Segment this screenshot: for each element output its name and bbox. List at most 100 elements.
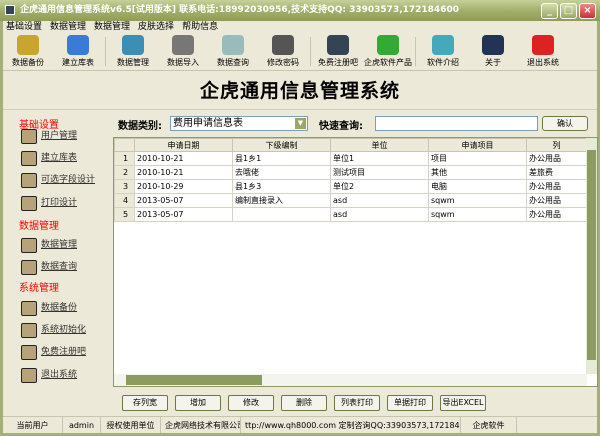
toolbar-separator (415, 37, 416, 66)
row-number[interactable]: 5 (114, 207, 135, 222)
sidebar-item[interactable]: 数据管理 (21, 238, 77, 253)
horizontal-scrollbar[interactable] (114, 374, 587, 386)
table-cell[interactable]: asd (330, 207, 429, 222)
toolbar: 数据备份 建立库表 数据管理 数据导入 数据查询 修改密码 免费注册吧 企虎软件产品 软件介绍 关… (3, 33, 597, 71)
menu-item[interactable]: 帮助信息 (182, 21, 218, 33)
table-cell[interactable]: sqwm (428, 193, 527, 208)
toolbar-button[interactable]: 数据管理 (108, 33, 158, 70)
key-icon (272, 35, 294, 55)
column-header[interactable]: 单位 (330, 138, 429, 152)
chevron-down-icon[interactable]: ▼ (295, 118, 306, 129)
table-cell[interactable]: 项目 (428, 151, 527, 166)
table-row[interactable]: 5 2013-05-07 asd sqwm 办公用品 (114, 207, 587, 222)
toolbar-separator (105, 37, 106, 66)
row-number[interactable]: 3 (114, 179, 135, 194)
toolbar-label: 数据管理 (117, 58, 149, 67)
table-cell[interactable]: 编制直接录入 (232, 193, 331, 208)
sidebar-item[interactable]: 建立库表 (21, 151, 78, 166)
category-select[interactable]: 费用申请信息表 ▼ (170, 116, 308, 131)
action-button[interactable]: 列表打印 (334, 395, 380, 411)
sidebar-item[interactable]: 系统初始化 (21, 323, 86, 338)
table-row[interactable]: 3 2010-10-29 县1乡3 单位2 电脑 办公用品 (114, 179, 587, 194)
menu-item[interactable]: 基础设置 (6, 21, 42, 33)
table-cell[interactable]: 单位2 (330, 179, 429, 194)
column-header[interactable]: 列 (526, 138, 587, 152)
sidebar-item-label: 打印设计 (41, 198, 78, 208)
toolbar-button[interactable]: 修改密码 (258, 33, 308, 70)
status-bar: 当前用户 admin 授权使用单位 企虎网络技术有限公司 ttp://www.qh800… (3, 416, 597, 433)
confirm-button[interactable]: 确认 (542, 116, 588, 131)
sidebar-item-label: 建立库表 (41, 153, 78, 163)
menu-item[interactable]: 数据管理 (94, 21, 130, 33)
menu-item[interactable]: 数据管理 (50, 21, 86, 33)
row-number[interactable]: 2 (114, 165, 135, 180)
column-header[interactable]: 下级编制 (232, 138, 331, 152)
sidebar-item[interactable]: 用户管理 (21, 129, 77, 144)
table-cell[interactable] (232, 207, 331, 222)
toolbar-button[interactable]: 软件介绍 (418, 33, 468, 70)
action-button[interactable]: 增加 (175, 395, 221, 411)
scroll-thumb[interactable] (126, 375, 262, 385)
table-cell[interactable]: 差旅费 (526, 165, 587, 180)
sidebar-item[interactable]: 免费注册吧 (21, 345, 86, 360)
toolbar-button[interactable]: 建立库表 (53, 33, 103, 70)
table-cell[interactable]: 电脑 (428, 179, 527, 194)
sidebar-item[interactable]: 数据备份 (21, 301, 77, 316)
column-header[interactable]: 申请日期 (134, 138, 233, 152)
row-number[interactable]: 1 (114, 151, 135, 166)
table-cell[interactable]: 2010-10-21 (134, 165, 233, 180)
table-row[interactable]: 1 2010-10-21 县1乡1 单位1 项目 办公用品 (114, 151, 587, 166)
table-cell[interactable]: 2010-10-21 (134, 151, 233, 166)
status-cell: 当前用户 (3, 417, 63, 433)
table-row[interactable]: 4 2013-05-07 编制直接录入 asd sqwm 办公用品 (114, 193, 587, 208)
action-button[interactable]: 存列宽 (122, 395, 168, 411)
tag-icon (21, 173, 37, 188)
app-icon (5, 5, 15, 15)
table-cell[interactable]: 2013-05-07 (134, 207, 233, 222)
toolbar-button[interactable]: 退出系统 (518, 33, 568, 70)
table-row[interactable]: 2 2010-10-21 去哦佬 测试项目 其他 差旅费 (114, 165, 587, 180)
table-cell[interactable]: 2013-05-07 (134, 193, 233, 208)
data-grid[interactable]: 申请日期 下级编制 单位 申请项目列 1 2010-10-21 县1乡1 单位1 项目 办公用品 2… (113, 137, 598, 387)
toolbar-button[interactable]: 数据导入 (158, 33, 208, 70)
tag-icon (21, 238, 37, 253)
table-cell[interactable]: sqwm (428, 207, 527, 222)
close-button[interactable]: × (579, 3, 596, 19)
sidebar-item[interactable]: 可选字段设计 (21, 173, 96, 188)
table-cell[interactable]: 办公用品 (526, 179, 587, 194)
table-cell[interactable]: 办公用品 (526, 207, 587, 222)
vertical-scrollbar[interactable] (586, 138, 597, 374)
maximize-button[interactable]: □ (560, 3, 577, 19)
table-cell[interactable]: 测试项目 (330, 165, 429, 180)
action-button[interactable]: 修改 (228, 395, 274, 411)
menu-item[interactable]: 皮肤选择 (138, 21, 174, 33)
toolbar-button[interactable]: 免费注册吧 (313, 33, 363, 70)
quick-query-input[interactable] (375, 116, 538, 131)
sidebar-item[interactable]: 退出系统 (21, 368, 77, 383)
toolbar-button[interactable]: 关于 (468, 33, 518, 70)
minimize-button[interactable]: _ (541, 3, 558, 19)
toolbar-button[interactable]: 数据备份 (3, 33, 53, 70)
table-cell[interactable]: 单位1 (330, 151, 429, 166)
action-button[interactable]: 导出EXCEL (440, 395, 486, 411)
column-header[interactable]: 申请项目 (428, 138, 527, 152)
sidebar-item[interactable]: 数据查询 (21, 260, 77, 275)
action-button[interactable]: 单据打印 (387, 395, 433, 411)
table-cell[interactable]: 办公用品 (526, 193, 587, 208)
toolbar-button[interactable]: 数据查询 (208, 33, 258, 70)
action-button[interactable]: 删除 (281, 395, 327, 411)
sidebar-item[interactable]: 打印设计 (21, 196, 78, 211)
table-cell[interactable]: 县1乡1 (232, 151, 331, 166)
table-cell[interactable]: 其他 (428, 165, 527, 180)
table-cell[interactable]: 去哦佬 (232, 165, 331, 180)
table-cell[interactable]: 办公用品 (526, 151, 587, 166)
about-icon (482, 35, 504, 55)
sidebar-item-label: 可选字段设计 (41, 175, 96, 185)
table-cell[interactable]: asd (330, 193, 429, 208)
scroll-thumb[interactable] (587, 150, 596, 360)
table-cell[interactable]: 县1乡3 (232, 179, 331, 194)
toolbar-button[interactable]: 企虎软件产品 (363, 33, 413, 70)
table-cell[interactable]: 2010-10-29 (134, 179, 233, 194)
row-number[interactable]: 4 (114, 193, 135, 208)
toolbar-label: 关于 (485, 58, 501, 67)
